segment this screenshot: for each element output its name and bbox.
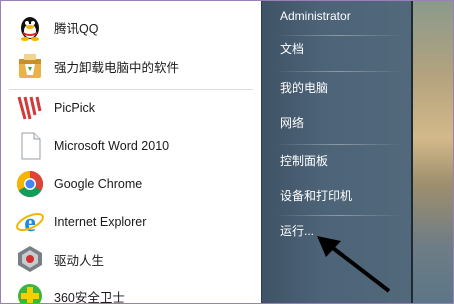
menu-item-computer[interactable]: 我的电脑 [272, 76, 402, 100]
program-item-uninstall[interactable]: 强力卸载电脑中的软件 [1, 49, 261, 83]
pointer-arrow-icon [317, 236, 391, 293]
program-label: 360安全卫士 [54, 290, 125, 304]
document-icon [15, 131, 45, 161]
menu-item-devices-printers[interactable]: 设备和打印机 [272, 184, 402, 208]
divider [274, 215, 402, 216]
program-item-driver-life[interactable]: 驱动人生 [1, 242, 261, 276]
program-label: Internet Explorer [54, 215, 147, 229]
svg-text:e: e [24, 208, 36, 237]
menu-item-network[interactable]: 网络 [272, 111, 402, 135]
divider [274, 35, 402, 36]
menu-item-control-panel[interactable]: 控制面板 [272, 149, 402, 173]
qq-penguin-icon [15, 12, 45, 42]
program-label: PicPick [54, 101, 95, 115]
uninstall-box-icon [15, 51, 45, 81]
program-label: 驱动人生 [54, 253, 105, 268]
start-menu-window: 腾讯QQ 强力卸载电脑中的软件 PicPick Microsoft Word 2… [0, 0, 454, 304]
divider [274, 144, 402, 145]
360-shield-icon [15, 281, 45, 303]
menu-item-user[interactable]: Administrator [272, 4, 402, 28]
program-item-picpick[interactable]: PicPick [1, 91, 261, 125]
program-label: Microsoft Word 2010 [54, 139, 170, 153]
divider [9, 89, 253, 90]
program-label: 强力卸载电脑中的软件 [54, 60, 180, 75]
program-item-word[interactable]: Microsoft Word 2010 [1, 129, 261, 163]
program-label: 腾讯QQ [54, 21, 99, 36]
program-label: Google Chrome [54, 177, 143, 191]
divider [274, 71, 402, 72]
program-item-360[interactable]: 360安全卫士 [1, 279, 261, 304]
menu-item-documents[interactable]: 文档 [272, 37, 402, 61]
program-item-ie[interactable]: e Internet Explorer [1, 205, 261, 239]
chrome-icon [15, 169, 45, 199]
ie-icon: e [15, 207, 45, 237]
program-list: 腾讯QQ 强力卸载电脑中的软件 PicPick Microsoft Word 2… [1, 1, 261, 304]
program-item-chrome[interactable]: Google Chrome [1, 167, 261, 201]
picpick-icon [15, 93, 45, 123]
driver-life-icon [15, 244, 45, 274]
desktop-background [411, 1, 453, 303]
program-item-qq[interactable]: 腾讯QQ [1, 10, 261, 44]
